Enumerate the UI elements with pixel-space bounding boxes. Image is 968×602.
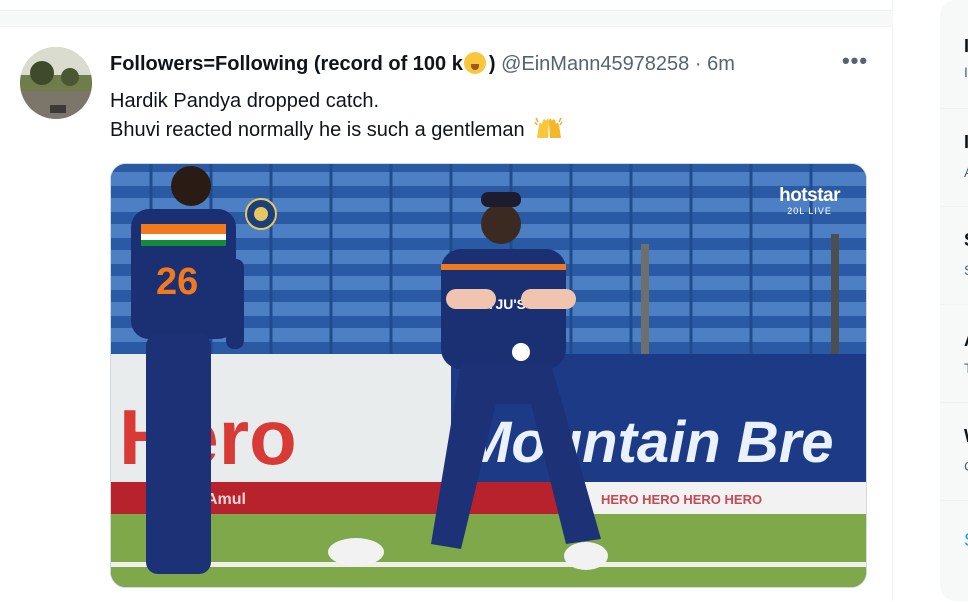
separator-dot: · [694, 53, 702, 75]
more-icon[interactable]: ••• [840, 49, 870, 79]
tweet-header: Followers=Following (record of 100 k) @E… [110, 52, 735, 76]
tweet-text-line-2: Bhuvi reacted normally he is such a gent… [110, 117, 564, 143]
tweet-text-line-2-content: Bhuvi reacted normally he is such a gent… [110, 119, 525, 141]
bottom-board-right: HERO HERO HERO HERO [601, 492, 762, 507]
bottom-board-left: Amul [206, 491, 246, 508]
user-handle[interactable]: @EinMann45978258 [501, 53, 689, 75]
sidebar-divider [940, 500, 968, 501]
sidebar-item-5-sub: C [964, 458, 968, 474]
sidebar-divider [940, 206, 968, 207]
timeline-feed: Followers=Following (record of 100 k) @E… [0, 0, 893, 601]
avatar-image [20, 47, 92, 119]
sidebar-divider [940, 402, 968, 403]
watermark-brand: hotstar [779, 185, 840, 206]
sidebar-item-1-sub: I [964, 64, 968, 80]
sidebar-item-3[interactable]: S [964, 230, 968, 251]
sidebar-item-3-sub: S [964, 262, 968, 278]
display-name[interactable]: Followers=Following (record of 100 k [110, 53, 463, 75]
tweet-media-video[interactable]: Hero Mountain Bre Amul HERO HERO HERO HE… [110, 163, 867, 588]
raising-hands-emoji-icon [534, 117, 563, 138]
separator-strip [0, 11, 893, 26]
right-sidebar: I I I A S S A T W C S [940, 0, 968, 601]
sidebar-item-4[interactable]: A [964, 330, 968, 351]
watermark-live: 20L LIVE [787, 206, 832, 216]
video-watermark: hotstar 20L LIVE [779, 186, 840, 217]
tweet[interactable]: Followers=Following (record of 100 k) @E… [0, 26, 892, 602]
board-text-right: Mountain Bre [463, 410, 834, 475]
jersey-number: 26 [156, 261, 198, 303]
sidebar-item-4-sub: T [964, 360, 968, 376]
sleepy-emoji-icon [463, 52, 486, 74]
timestamp[interactable]: 6m [707, 53, 735, 75]
sidebar-item-1[interactable]: I [964, 36, 968, 57]
tweet-text-line-1: Hardik Pandya dropped catch. [110, 90, 380, 112]
sidebar-divider [940, 304, 968, 305]
video-frame: Hero Mountain Bre Amul HERO HERO HERO HE… [111, 164, 866, 587]
sidebar-item-2[interactable]: I [964, 132, 968, 153]
avatar[interactable] [20, 47, 92, 119]
sidebar-item-2-sub: A [964, 164, 968, 180]
sidebar-item-5[interactable]: W [964, 426, 968, 447]
sidebar-divider [940, 108, 968, 109]
sidebar-show-more-link[interactable]: S [964, 530, 968, 551]
display-name-suffix: ) [488, 53, 496, 75]
